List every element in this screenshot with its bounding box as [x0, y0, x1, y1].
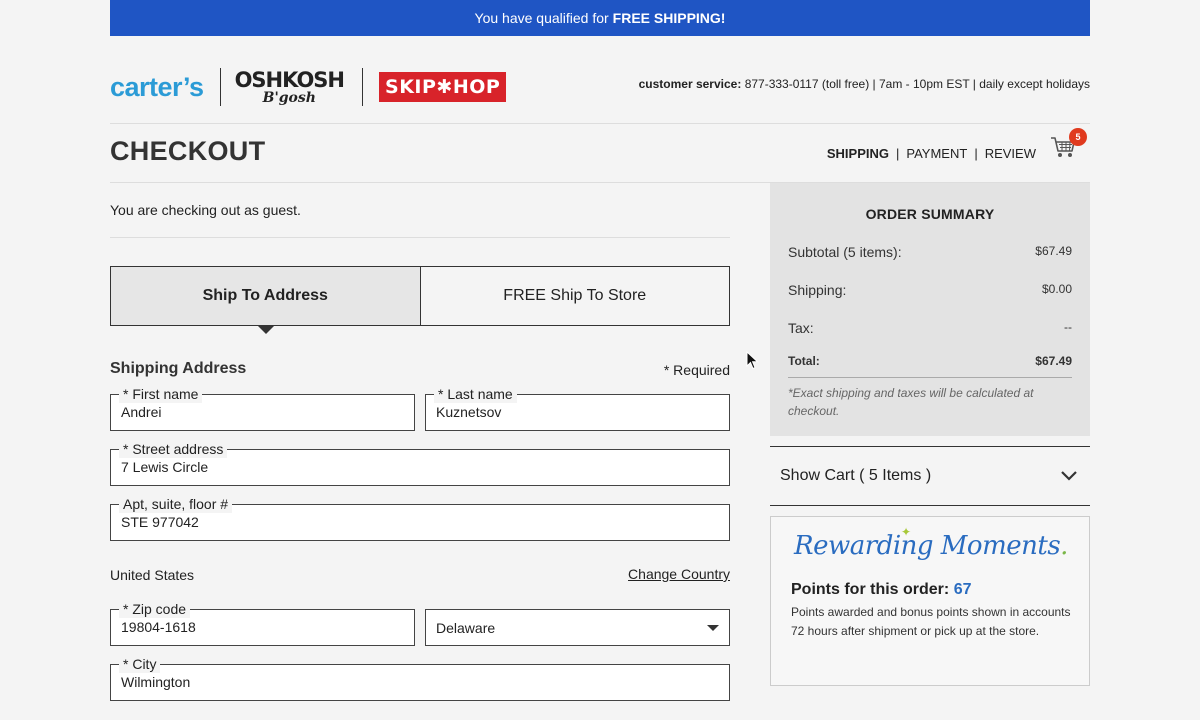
cart-count-badge: 5: [1069, 128, 1087, 146]
logo-divider: [362, 68, 364, 106]
country-text: United States: [110, 567, 195, 583]
step-payment[interactable]: PAYMENT: [906, 146, 967, 161]
customer-service-details: 877-333-0117 (toll free) | 7am - 10pm ES…: [744, 77, 1090, 91]
rewarding-moments-logo-text: Rewarding Moments: [794, 531, 1061, 561]
last-name-input[interactable]: [436, 404, 719, 420]
rewards-panel: ✦ Rewarding Moments. Points for this ord…: [770, 516, 1090, 686]
free-shipping-banner: You have qualified for FREE SHIPPING!: [110, 0, 1090, 36]
shipping-address-heading: Shipping Address: [110, 360, 247, 377]
step-separator: |: [974, 146, 978, 161]
shipping-cost-value: $0.00: [1041, 282, 1072, 296]
tab-ship-to-store[interactable]: FREE Ship To Store: [421, 267, 730, 325]
divider: [788, 377, 1072, 378]
state-select[interactable]: Delaware: [425, 609, 730, 646]
chevron-down-icon: [1061, 471, 1077, 481]
tax-label: Tax:: [788, 320, 814, 336]
zip-code-input[interactable]: [121, 619, 404, 635]
step-shipping[interactable]: SHIPPING: [827, 146, 889, 161]
active-tab-indicator: [257, 325, 275, 334]
first-name-field: * First name: [110, 385, 415, 431]
oshkosh-logo-top: OSHKOSH: [234, 67, 345, 92]
shipping-method-tabs: Ship To Address FREE Ship To Store: [110, 266, 730, 326]
subtotal-label: Subtotal (5 items):: [788, 244, 902, 260]
divider: [110, 123, 1090, 124]
city-input[interactable]: [121, 674, 719, 690]
apt-input[interactable]: [121, 514, 719, 530]
apt-field: Apt, suite, floor #: [110, 495, 730, 541]
brand-logos: carter’s OSHKOSH B'gosh SKIP✱HOP: [110, 66, 507, 108]
oshkosh-logo-bottom: B'gosh: [262, 89, 316, 106]
total-label: Total:: [788, 354, 820, 368]
site-header: carter’s OSHKOSH B'gosh SKIP✱HOP custome…: [110, 60, 1090, 122]
logo-divider: [219, 68, 221, 106]
city-label: * City: [119, 655, 161, 673]
zip-code-label: * Zip code: [119, 600, 191, 618]
last-name-field: * Last name: [425, 385, 730, 431]
zip-code-field: * Zip code: [110, 600, 415, 646]
points-label: Points for this order:: [791, 581, 950, 598]
first-name-label: * First name: [119, 385, 203, 403]
last-name-label: * Last name: [434, 385, 517, 403]
subtotal-row: Subtotal (5 items): $67.49: [788, 244, 1072, 260]
city-field: * City: [110, 655, 730, 701]
shipping-cost-label: Shipping:: [788, 282, 847, 298]
street-address-label: * Street address: [119, 440, 228, 458]
shipping-row: Shipping: $0.00: [788, 282, 1072, 298]
total-value: $67.49: [1035, 354, 1072, 368]
state-selected-value: Delaware: [436, 619, 496, 636]
total-row: Total: $67.49: [788, 354, 1072, 368]
customer-service-label: customer service:: [638, 77, 742, 91]
banner-text: You have qualified for: [474, 10, 609, 26]
checkout-steps: SHIPPING | PAYMENT | REVIEW: [827, 146, 1036, 161]
page-title: CHECKOUT: [110, 136, 266, 166]
customer-service-info: customer service: 877-333-0117 (toll fre…: [639, 77, 1090, 91]
order-summary: ORDER SUMMARY Subtotal (5 items): $67.49…: [770, 183, 1090, 436]
street-address-input[interactable]: [121, 459, 719, 475]
guest-checkout-text: You are checking out as guest.: [110, 202, 301, 218]
tab-ship-to-address[interactable]: Ship To Address: [111, 267, 421, 325]
shipping-tax-note: *Exact shipping and taxes will be calcul…: [788, 386, 1034, 418]
show-cart-toggle[interactable]: Show Cart ( 5 Items ): [770, 446, 1090, 506]
step-separator: |: [896, 146, 900, 161]
order-summary-title: ORDER SUMMARY: [865, 206, 995, 222]
apt-label: Apt, suite, floor #: [119, 495, 233, 513]
tax-value: --: [1064, 320, 1072, 334]
step-review[interactable]: REVIEW: [985, 146, 1036, 161]
points-line: Points for this order: 67: [791, 581, 971, 599]
mouse-cursor-icon: [746, 351, 759, 370]
dropdown-caret-icon: [707, 625, 719, 631]
points-description: Points awarded and bonus points shown in…: [791, 605, 1071, 638]
points-value: 67: [953, 581, 972, 598]
divider: [110, 237, 730, 238]
oshkosh-logo[interactable]: OSHKOSH B'gosh: [234, 67, 360, 106]
rewarding-moments-logo: Rewarding Moments.: [794, 531, 1068, 561]
carters-logo[interactable]: carter’s: [110, 72, 218, 103]
street-address-field: * Street address: [110, 440, 730, 486]
first-name-input[interactable]: [121, 404, 404, 420]
tax-row: Tax: --: [788, 320, 1072, 336]
subtotal-value: $67.49: [1035, 244, 1072, 258]
show-cart-label: Show Cart ( 5 Items ): [780, 467, 932, 484]
skiphop-logo[interactable]: SKIP✱HOP: [379, 72, 507, 102]
required-note: * Required: [663, 362, 730, 378]
change-country-link[interactable]: Change Country: [628, 566, 730, 582]
banner-bold-text: FREE SHIPPING!: [612, 10, 726, 26]
